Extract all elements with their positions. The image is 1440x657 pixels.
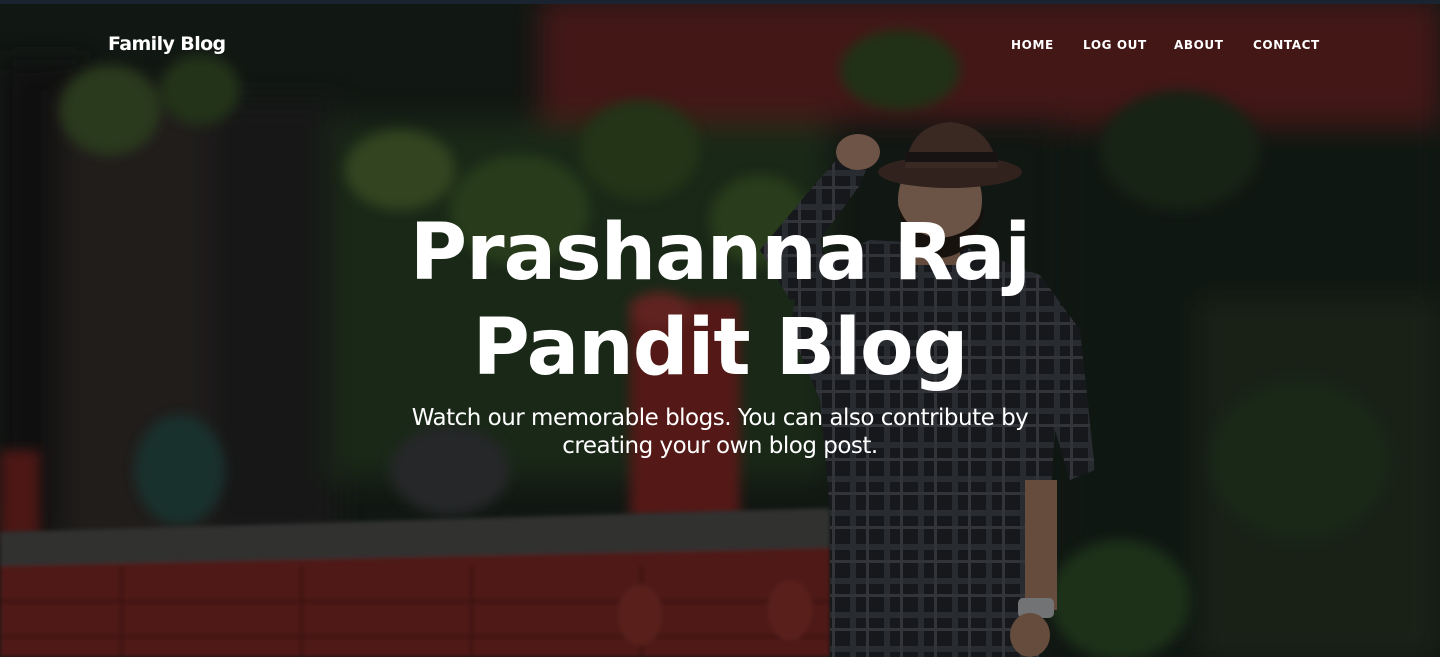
nav-home-link[interactable]: HOME — [1011, 38, 1054, 52]
nav-logout-link[interactable]: LOG OUT — [1083, 38, 1147, 52]
masthead: Family Blog HOME LOG OUT ABOUT CONTACT P… — [0, 0, 1440, 657]
nav-links: HOME LOG OUT ABOUT CONTACT — [0, 38, 1440, 54]
nav-about-link[interactable]: ABOUT — [1174, 38, 1224, 52]
nav-contact-link[interactable]: CONTACT — [1253, 38, 1320, 52]
hero-subheading: Watch our memorable blogs. You can also … — [411, 405, 1029, 459]
main-navbar: Family Blog HOME LOG OUT ABOUT CONTACT — [0, 0, 1440, 90]
hero-heading: Prashanna Raj Pandit Blog — [409, 208, 1031, 393]
